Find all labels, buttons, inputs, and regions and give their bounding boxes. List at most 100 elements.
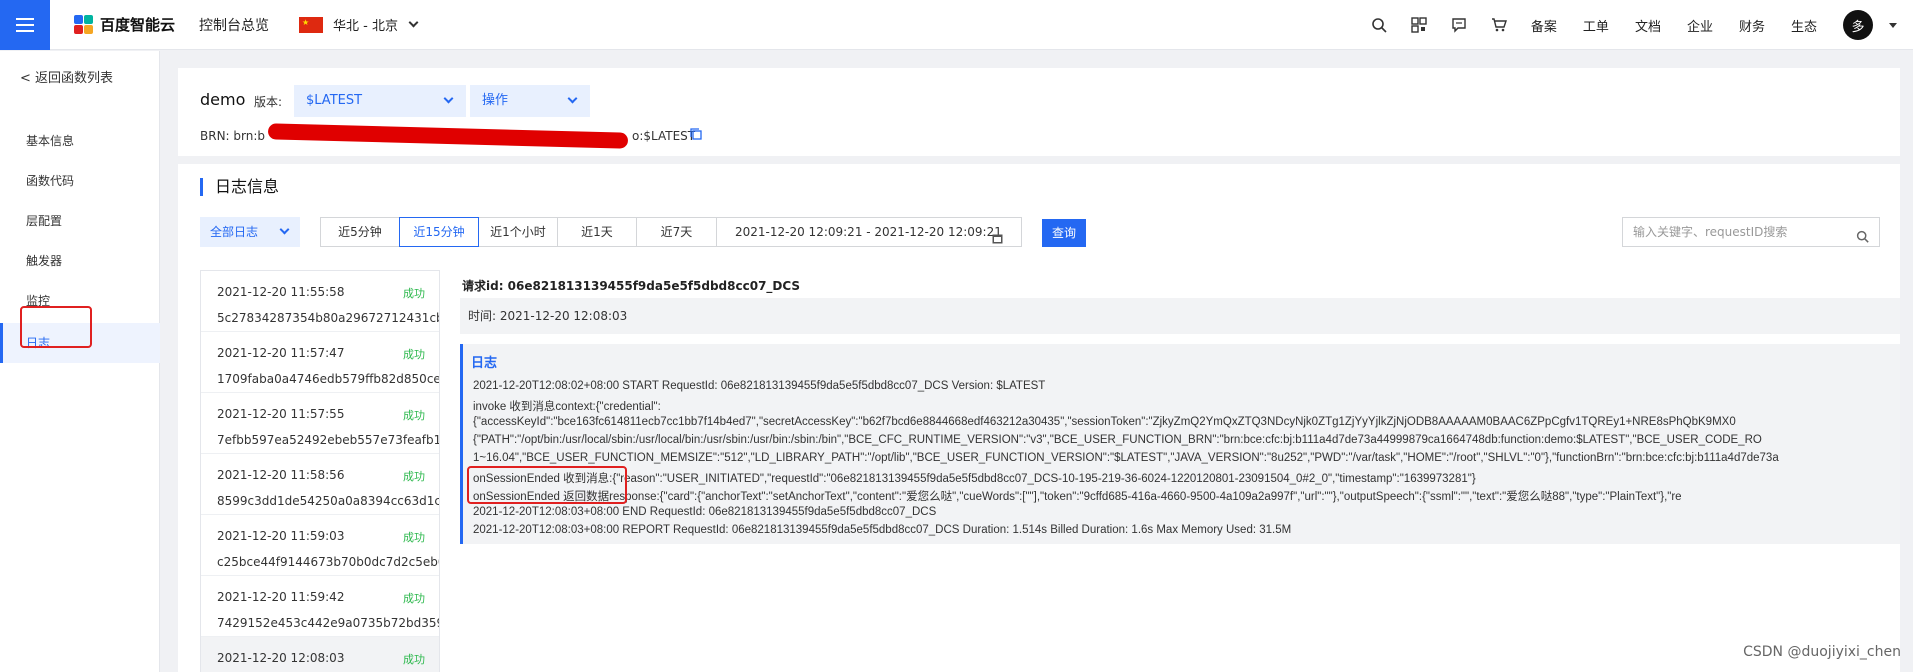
redaction-mark	[267, 123, 629, 149]
invocation-time: 2021-12-20 11:57:55	[217, 407, 345, 421]
log-output: 日志 2021-12-20T12:08:02+08:00 START Reque…	[460, 344, 1900, 544]
top-bar: 百度智能云 控制台总览 ★ 华北 - 北京 备案 工单 文档 企业 财务 生态 …	[0, 0, 1913, 50]
cart-icon[interactable]	[1491, 17, 1507, 33]
search-icon[interactable]	[1371, 17, 1387, 33]
nav-beian[interactable]: 备案	[1531, 16, 1557, 35]
status-badge: 成功	[403, 531, 425, 544]
range-1hour[interactable]: 近1个小时	[478, 217, 558, 247]
nav-ecosystem[interactable]: 生态	[1791, 16, 1817, 35]
function-header: demo 版本: $LATEST 操作 BRN: brn:b o:$LATEST	[178, 68, 1900, 156]
log-line: 2021-12-20T12:08:03+08:00 REPORT Request…	[473, 524, 1292, 536]
range-1day[interactable]: 近1天	[557, 217, 637, 247]
invocation-time: 2021-12-20 11:59:03	[217, 529, 345, 543]
brand-name: 百度智能云	[100, 16, 176, 34]
menu-icon[interactable]	[0, 0, 50, 50]
log-line: 2021-12-20T12:08:03+08:00 END RequestId:…	[473, 506, 937, 518]
list-item[interactable]: 2021-12-20 11:57:47 成功 1709faba0a4746edb…	[201, 332, 440, 393]
log-line: {"accessKeyId":"bce163fc614811ecb7cc1bb7…	[473, 416, 1736, 428]
log-line: onSessionEnded 返回数据response:{"card":{"an…	[473, 491, 1682, 503]
highlight-box	[20, 306, 92, 348]
status-badge: 成功	[403, 653, 425, 666]
invocation-time-bar: 时间: 2021-12-20 12:08:03	[460, 298, 1900, 334]
region-selector[interactable]: ★ 华北 - 北京	[299, 15, 419, 34]
invocation-id: 7429152e453c442e9a0735b72bd35925_DCS	[217, 616, 439, 630]
message-icon[interactable]	[1451, 17, 1467, 33]
request-id: 请求id: 06e821813139455f9da5e5f5dbd8cc07_D…	[462, 279, 801, 293]
date-range-value: 2021-12-20 12:09:21 - 2021-12-20 12:09:2…	[735, 225, 1002, 239]
highlight-box	[467, 466, 627, 504]
avatar[interactable]: 多	[1843, 10, 1873, 40]
brn-label: BRN: brn:b	[200, 129, 266, 143]
invocation-id: 8599c3dd1de54250a0a8394cc63d1c4b_DCS	[217, 494, 439, 508]
copy-icon[interactable]	[690, 128, 702, 143]
nav-enterprise[interactable]: 企业	[1687, 16, 1713, 35]
invocation-id: 5c27834287354b80a29672712431cb4b_DCS	[217, 311, 439, 325]
back-to-function-list[interactable]: < 返回函数列表	[20, 67, 113, 86]
nav-docs[interactable]: 文档	[1635, 16, 1661, 35]
sidebar: < 返回函数列表 基本信息 函数代码 层配置 触发器 监控 日志	[0, 51, 160, 672]
function-name: demo	[200, 90, 246, 109]
invocation-id: 7efbb597ea52492ebeb557e73feafb16_DCS	[217, 433, 440, 447]
sidebar-item-function-code[interactable]: 函数代码	[0, 161, 160, 201]
status-badge: 成功	[403, 287, 425, 300]
invocation-id: 1709faba0a4746edb579ffb82d850ce6_DCS	[217, 372, 440, 386]
log-line: 1~16.04","BCE_USER_FUNCTION_MEMSIZE":"51…	[473, 452, 1779, 464]
list-item[interactable]: 2021-12-20 11:57:55 成功 7efbb597ea52492eb…	[201, 393, 440, 454]
log-search-input[interactable]: 输入关键字、requestID搜索	[1622, 217, 1880, 247]
search-icon[interactable]	[1856, 225, 1869, 253]
log-title: 日志	[471, 356, 498, 371]
range-5min[interactable]: 近5分钟	[320, 217, 400, 247]
status-badge: 成功	[403, 348, 425, 361]
list-item[interactable]: 2021-12-20 11:59:03 成功 c25bce44f9144673b…	[201, 515, 439, 576]
date-range-picker[interactable]: 2021-12-20 12:09:21 - 2021-12-20 12:09:2…	[716, 217, 1022, 247]
logo[interactable]: 百度智能云	[74, 14, 175, 35]
chevron-down-icon	[279, 224, 290, 235]
calendar-icon	[992, 226, 1003, 254]
list-item[interactable]: 2021-12-20 11:55:58 成功 5c27834287354b80a…	[201, 271, 439, 332]
chevron-down-icon	[443, 93, 454, 104]
status-badge: 成功	[403, 470, 425, 483]
sidebar-item-triggers[interactable]: 触发器	[0, 241, 160, 281]
version-value: $LATEST	[306, 93, 363, 108]
china-flag-icon: ★	[299, 16, 324, 33]
search-placeholder: 输入关键字、requestID搜索	[1633, 225, 1788, 239]
list-item[interactable]: 2021-12-20 12:08:03 成功	[201, 637, 439, 672]
status-badge: 成功	[403, 592, 425, 605]
brn-suffix: o:$LATEST	[632, 129, 696, 143]
range-7days[interactable]: 近7天	[636, 217, 717, 247]
invocation-id: c25bce44f9144673b70b0dc7d2c5eb03_DCS	[217, 555, 439, 569]
nav-ticket[interactable]: 工单	[1583, 16, 1609, 35]
list-item[interactable]: 2021-12-20 11:58:56 成功 8599c3dd1de54250a…	[201, 454, 439, 515]
chevron-down-icon	[567, 93, 578, 104]
logs-panel: 日志信息 全部日志 近5分钟 近15分钟 近1个小时 近1天 近7天 2021-…	[178, 164, 1900, 672]
query-button[interactable]: 查询	[1042, 219, 1086, 247]
action-select[interactable]: 操作	[470, 85, 590, 117]
section-title: 日志信息	[200, 178, 279, 196]
brand-logo-icon	[74, 14, 94, 35]
log-type-select[interactable]: 全部日志	[200, 217, 300, 247]
invocation-time: 2021-12-20 11:57:47	[217, 346, 345, 360]
invocation-list: 2021-12-20 11:55:58 成功 5c27834287354b80a…	[200, 270, 440, 672]
version-label: 版本:	[254, 95, 283, 109]
log-line: invoke 收到消息context:{"credential":	[473, 401, 661, 413]
invocation-time: 2021-12-20 12:08:03	[217, 651, 345, 665]
invocation-time: 2021-12-20 11:58:56	[217, 468, 345, 482]
version-select[interactable]: $LATEST	[294, 85, 466, 117]
qrcode-icon[interactable]	[1411, 17, 1427, 33]
watermark: CSDN @duojiyixi_chen	[1743, 644, 1901, 660]
caret-down-icon[interactable]	[1889, 22, 1897, 28]
status-badge: 成功	[403, 409, 425, 422]
list-item[interactable]: 2021-12-20 11:59:42 成功 7429152e453c442e9…	[201, 576, 439, 637]
log-line: 2021-12-20T12:08:02+08:00 START RequestI…	[473, 380, 1046, 392]
nav-finance[interactable]: 财务	[1739, 16, 1765, 35]
region-label: 华北 - 北京	[333, 19, 398, 34]
console-overview-link[interactable]: 控制台总览	[199, 15, 269, 35]
invocation-time: 2021-12-20 11:59:42	[217, 590, 345, 604]
log-line: {"PATH":"/opt/bin:/usr/local/sbin:/usr/l…	[473, 434, 1762, 446]
log-type-value: 全部日志	[210, 225, 259, 239]
action-label: 操作	[482, 93, 509, 108]
sidebar-item-basic-info[interactable]: 基本信息	[0, 121, 160, 161]
chevron-down-icon	[408, 17, 419, 28]
range-15min[interactable]: 近15分钟	[399, 217, 479, 247]
sidebar-item-layers[interactable]: 层配置	[0, 201, 160, 241]
